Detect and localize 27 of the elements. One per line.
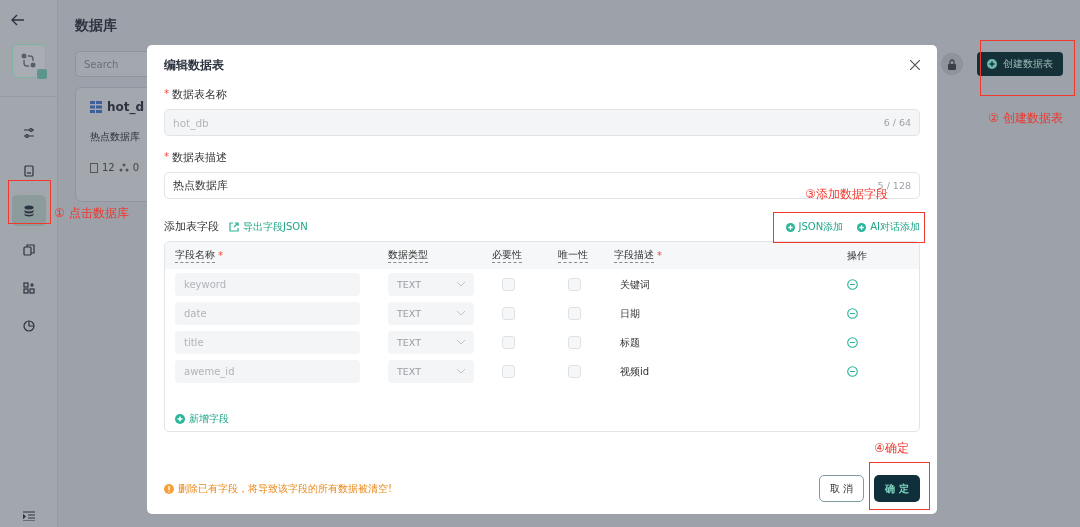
required-mark: * bbox=[218, 250, 223, 262]
column-header: 唯一性 bbox=[558, 248, 588, 264]
field-value: hot_db bbox=[173, 116, 209, 129]
column-header: 字段名称 bbox=[175, 248, 215, 264]
card-stat: 12 bbox=[102, 162, 115, 173]
warning-text: 删除已有字段，将导致该字段的所有数据被清空! bbox=[178, 481, 392, 496]
field-description: 标题 bbox=[620, 335, 640, 350]
field-description: 视频id bbox=[620, 364, 650, 379]
column-header: 操作 bbox=[847, 248, 867, 263]
card-description: 热点数据库 bbox=[90, 130, 141, 144]
required-mark: * bbox=[164, 151, 169, 164]
page-title: 数据库 bbox=[75, 17, 118, 35]
required-mark: * bbox=[164, 88, 169, 101]
annotation-label: ① 点击数据库 bbox=[54, 205, 129, 222]
column-header: 必要性 bbox=[492, 248, 522, 264]
annotation-label: ② 创建数据表 bbox=[988, 110, 1063, 127]
field-description: 关键词 bbox=[620, 277, 650, 292]
column-header: 字段描述 bbox=[614, 248, 654, 264]
character-counter: 6 / 64 bbox=[883, 117, 911, 128]
section-title: 添加表字段 bbox=[164, 220, 219, 234]
required-mark: * bbox=[657, 250, 662, 262]
dialog-title: 编辑数据表 bbox=[164, 56, 224, 74]
column-header: 数据类型 bbox=[388, 248, 428, 264]
card-stat: 0 bbox=[132, 162, 140, 173]
field-description: 日期 bbox=[620, 306, 640, 321]
annotation-label: ④确定 bbox=[874, 440, 909, 457]
card-title: hot_d bbox=[107, 100, 145, 114]
